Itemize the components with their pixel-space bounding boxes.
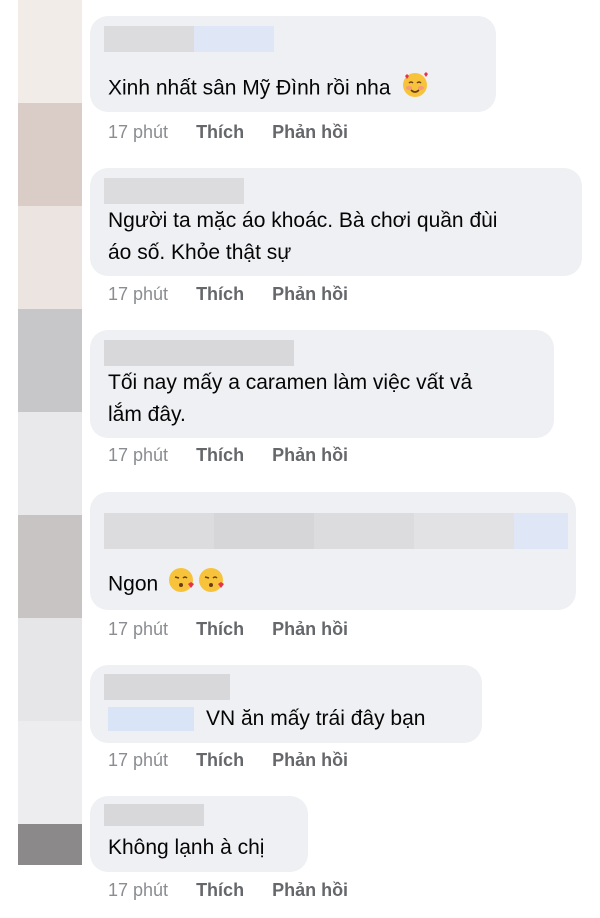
comment-text-line: áo số. Khỏe thật sự bbox=[108, 241, 292, 264]
comment-bubble: Ngon bbox=[90, 492, 576, 610]
reply-button[interactable]: Phản hồi bbox=[272, 445, 348, 466]
comment-text-line: Tối nay mấy a caramen làm việc vất vả bbox=[108, 371, 473, 394]
comment-bubble: Không lạnh à chị bbox=[90, 796, 308, 872]
comment-actions: 17 phút Thích Phản hồi bbox=[108, 619, 348, 640]
avatar[interactable] bbox=[18, 618, 82, 721]
comment-actions: 17 phút Thích Phản hồi bbox=[108, 750, 348, 771]
comment-time[interactable]: 17 phút bbox=[108, 750, 168, 771]
reply-button[interactable]: Phản hồi bbox=[272, 880, 348, 901]
like-button[interactable]: Thích bbox=[196, 880, 244, 901]
smiling-face-with-hearts-icon bbox=[400, 69, 430, 109]
comment-time[interactable]: 17 phút bbox=[108, 880, 168, 901]
comment-text-line: lắm đây. bbox=[108, 403, 186, 426]
commenter-name[interactable] bbox=[104, 513, 568, 549]
comment-time[interactable]: 17 phút bbox=[108, 284, 168, 305]
avatar[interactable] bbox=[18, 515, 82, 618]
comment-actions: 17 phút Thích Phản hồi bbox=[108, 284, 348, 305]
avatar[interactable] bbox=[18, 309, 82, 412]
reply-button[interactable]: Phản hồi bbox=[272, 122, 348, 143]
comment-time[interactable]: 17 phút bbox=[108, 619, 168, 640]
like-button[interactable]: Thích bbox=[196, 122, 244, 143]
avatar-column bbox=[18, 0, 82, 865]
comment-actions: 17 phút Thích Phản hồi bbox=[108, 445, 348, 466]
like-button[interactable]: Thích bbox=[196, 619, 244, 640]
comment-text: Xinh nhất sân Mỹ Đình rồi nha bbox=[108, 69, 430, 109]
comment-bubble: VN ăn mấy trái đây bạn bbox=[90, 665, 482, 743]
comment-time[interactable]: 17 phút bbox=[108, 122, 168, 143]
comment-time[interactable]: 17 phút bbox=[108, 445, 168, 466]
commenter-name[interactable] bbox=[104, 178, 244, 204]
avatar[interactable] bbox=[18, 824, 82, 865]
like-button[interactable]: Thích bbox=[196, 284, 244, 305]
comment-text: Không lạnh à chị bbox=[108, 836, 265, 859]
avatar[interactable] bbox=[18, 103, 82, 206]
mentioned-user[interactable] bbox=[108, 707, 194, 732]
reply-button[interactable]: Phản hồi bbox=[272, 284, 348, 305]
comment-text: Ngon bbox=[108, 566, 226, 604]
like-button[interactable]: Thích bbox=[196, 445, 244, 466]
comment-actions: 17 phút Thích Phản hồi bbox=[108, 122, 348, 143]
face-blowing-kiss-icon bbox=[168, 566, 226, 604]
like-button[interactable]: Thích bbox=[196, 750, 244, 771]
avatar[interactable] bbox=[18, 0, 82, 103]
comment-actions: 17 phút Thích Phản hồi bbox=[108, 880, 348, 901]
comment-bubble: Xinh nhất sân Mỹ Đình rồi nha bbox=[90, 16, 496, 112]
reply-button[interactable]: Phản hồi bbox=[272, 750, 348, 771]
reply-button[interactable]: Phản hồi bbox=[272, 619, 348, 640]
avatar[interactable] bbox=[18, 206, 82, 309]
comment-bubble: Tối nay mấy a caramen làm việc vất vả lắ… bbox=[90, 330, 554, 438]
comment-bubble: Người ta mặc áo khoác. Bà chơi quần đùi … bbox=[90, 168, 582, 276]
comment-text-line: Người ta mặc áo khoác. Bà chơi quần đùi bbox=[108, 209, 498, 232]
commenter-name[interactable] bbox=[104, 674, 230, 700]
avatar[interactable] bbox=[18, 412, 82, 515]
commenter-name[interactable] bbox=[104, 340, 294, 366]
avatar[interactable] bbox=[18, 721, 82, 824]
comment-text: VN ăn mấy trái đây bạn bbox=[108, 703, 425, 735]
commenter-name[interactable] bbox=[104, 26, 274, 52]
commenter-name[interactable] bbox=[104, 804, 204, 826]
